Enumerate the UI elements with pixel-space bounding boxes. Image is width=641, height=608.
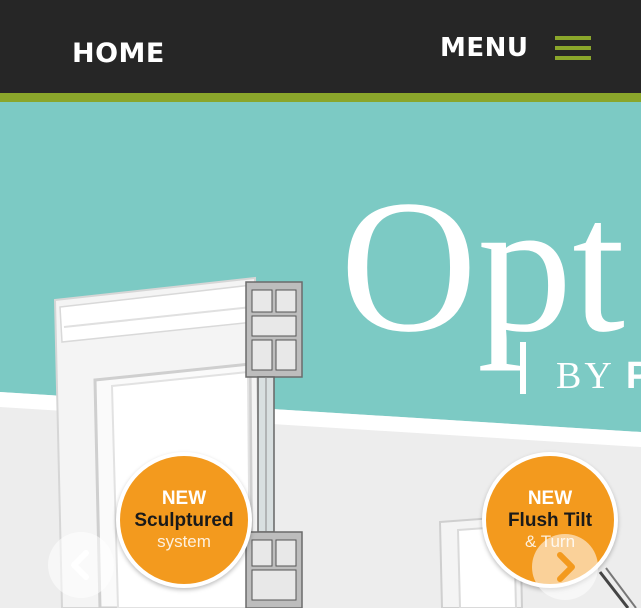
page-frame: HOME MENU Opt BY P — [0, 0, 641, 608]
menu-button[interactable]: MENU — [440, 28, 591, 68]
header-accent-strip — [0, 93, 641, 102]
menu-label: MENU — [440, 33, 529, 63]
badge-title: Flush Tilt — [507, 510, 593, 531]
top-navigation-bar: HOME MENU — [0, 0, 641, 93]
chevron-left-icon — [71, 550, 89, 580]
badge-subtitle: system — [157, 532, 211, 551]
home-link[interactable]: HOME — [72, 38, 165, 69]
badge-new-label: NEW — [161, 488, 207, 509]
carousel-prev-button[interactable] — [48, 532, 114, 598]
hamburger-icon — [554, 33, 591, 63]
chevron-right-icon — [557, 552, 575, 582]
badge-sculptured-system[interactable]: NEW Sculptured system — [116, 452, 252, 588]
carousel-next-button[interactable] — [532, 534, 598, 600]
hero-carousel-slide: Opt BY P — [0, 102, 641, 608]
badge-new-label: NEW — [527, 488, 573, 509]
badge-title: Sculptured — [134, 510, 234, 531]
